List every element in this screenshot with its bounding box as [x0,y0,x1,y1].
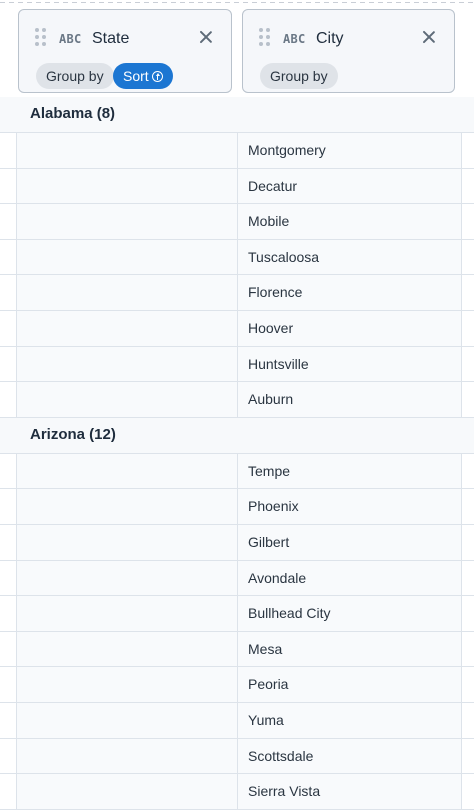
state-cell[interactable] [16,738,238,774]
city-cell[interactable]: Avondale [238,560,462,596]
table-row[interactable]: Hoover [0,310,474,347]
state-cell[interactable] [16,239,238,275]
group-by-button[interactable]: Group by [260,63,338,89]
group-header-label: Arizona (12) [30,425,116,443]
state-cell[interactable] [16,667,238,702]
sort-ascending-icon [151,71,163,82]
state-cell[interactable] [16,560,238,596]
table-row[interactable]: Scottsdale [0,738,474,775]
column-title: City [316,30,344,47]
table-row[interactable]: Mobile [0,204,474,240]
column-title: State [92,30,130,47]
table-row[interactable]: Bullhead City [0,596,474,632]
close-icon[interactable] [199,30,213,44]
city-cell[interactable]: Scottsdale [238,738,462,774]
drag-handle-icon[interactable] [259,28,271,46]
city-cell[interactable]: Florence [238,275,462,310]
table-row[interactable]: Auburn [0,382,474,418]
city-cell[interactable]: Hoover [238,310,462,346]
state-cell[interactable] [16,631,238,667]
city-cell[interactable]: Auburn [238,382,462,417]
group-by-button[interactable]: Group by [36,63,114,89]
city-cell[interactable]: Sierra Vista [238,774,462,809]
city-cell[interactable]: Tempe [238,453,462,489]
drop-zone-border [0,0,474,4]
table-row[interactable]: Gilbert [0,524,474,561]
data-grid: Alabama (8) Montgomery Decatur Mobile Tuscal… [0,97,474,810]
city-cell[interactable]: Yuma [238,702,462,738]
table-row[interactable]: Decatur [0,168,474,205]
city-cell[interactable]: Gilbert [238,524,462,560]
drag-handle-icon[interactable] [35,28,47,46]
city-cell[interactable]: Huntsville [238,346,462,382]
state-cell[interactable] [16,489,238,524]
column-header-city[interactable]: ABC City Group by [242,9,455,93]
city-cell[interactable]: Tuscaloosa [238,239,462,275]
group-header-label: Alabama (8) [30,105,116,122]
group-header[interactable]: Alabama (8) [0,97,474,133]
text-type-icon: ABC [283,32,306,46]
table-row[interactable]: Florence [0,275,474,311]
table-row[interactable]: Montgomery [0,133,474,169]
table-row[interactable]: Avondale [0,560,474,597]
table-row[interactable]: Huntsville [0,346,474,383]
table-row[interactable]: Sierra Vista [0,774,474,810]
sort-button[interactable]: Sort [113,63,173,89]
table-row[interactable]: Tuscaloosa [0,239,474,276]
column-headers: ABC State Group by Sort ABC City Group b… [0,9,474,97]
city-cell[interactable]: Mesa [238,631,462,667]
state-cell[interactable] [16,168,238,204]
city-cell[interactable]: Decatur [238,168,462,204]
state-cell[interactable] [16,204,238,239]
state-cell[interactable] [16,596,238,631]
state-cell[interactable] [16,275,238,310]
city-cell[interactable]: Bullhead City [238,596,462,631]
table-row[interactable]: Yuma [0,702,474,739]
table-row[interactable]: Peoria [0,667,474,703]
state-cell[interactable] [16,453,238,489]
text-type-icon: ABC [59,32,82,46]
column-header-state[interactable]: ABC State Group by Sort [18,9,232,93]
state-cell[interactable] [16,774,238,809]
state-cell[interactable] [16,310,238,346]
state-cell[interactable] [16,524,238,560]
state-cell[interactable] [16,702,238,738]
state-cell[interactable] [16,346,238,382]
state-cell[interactable] [16,133,238,168]
group-header[interactable]: Arizona (12) [0,417,474,454]
close-icon[interactable] [422,30,436,44]
table-row[interactable]: Phoenix [0,489,474,525]
state-cell[interactable] [16,382,238,417]
city-cell[interactable]: Mobile [238,204,462,239]
city-cell[interactable]: Montgomery [238,133,462,168]
table-row[interactable]: Tempe [0,453,474,490]
table-row[interactable]: Mesa [0,631,474,668]
city-cell[interactable]: Peoria [238,667,462,702]
city-cell[interactable]: Phoenix [238,489,462,524]
sort-button-label: Sort [123,68,149,84]
